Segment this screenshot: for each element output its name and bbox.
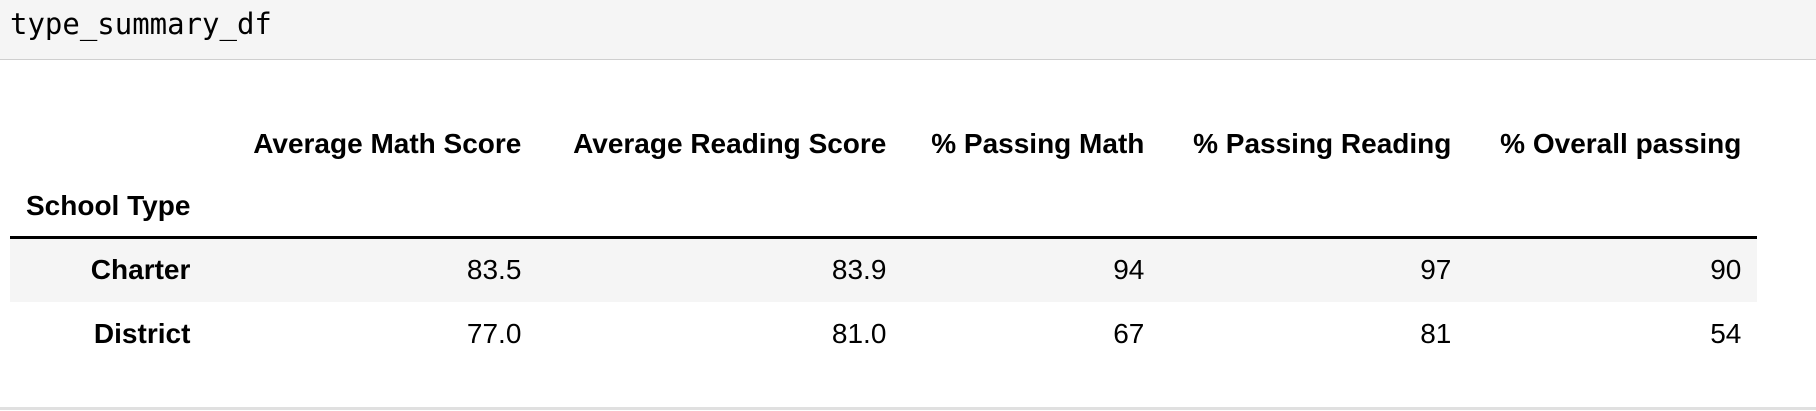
column-header: % Passing Math [931,128,1145,159]
table-row: District 77.0 81.0 67 81 54 [10,302,1757,366]
table-cell: 83.9 [831,254,887,286]
dataframe-table: Average Math Score Average Reading Score… [10,112,1758,366]
column-header: % Passing Reading [1193,128,1452,159]
table-cell: 90 [1710,254,1742,286]
table-cell: 67 [1113,317,1145,349]
code-text: type_summary_df [10,7,272,41]
table-cell: 97 [1420,254,1452,286]
cell-divider [0,407,1816,410]
column-header: Average Reading Score [573,128,887,159]
corner-cell [10,112,206,176]
table-cell: 94 [1113,254,1145,286]
code-input-cell[interactable]: type_summary_df [0,0,1816,60]
table-cell: 81 [1420,317,1452,349]
column-header-row: Average Math Score Average Reading Score… [10,112,1757,176]
table-cell: 81.0 [831,317,887,349]
table-row: Charter 83.5 83.9 94 97 90 [10,237,1758,302]
table-cell: 54 [1710,317,1742,349]
index-name-row: School Type [10,176,1758,238]
index-name-header: School Type [26,190,191,221]
table-cell: 77.0 [466,317,522,349]
cell-output-area: Average Math Score Average Reading Score… [0,60,1816,408]
table-cell: 83.5 [466,254,522,286]
column-header: Average Math Score [253,128,522,159]
row-index-label: District [93,317,191,349]
row-index-label: Charter [90,254,191,286]
column-header: % Overall passing [1500,128,1742,159]
